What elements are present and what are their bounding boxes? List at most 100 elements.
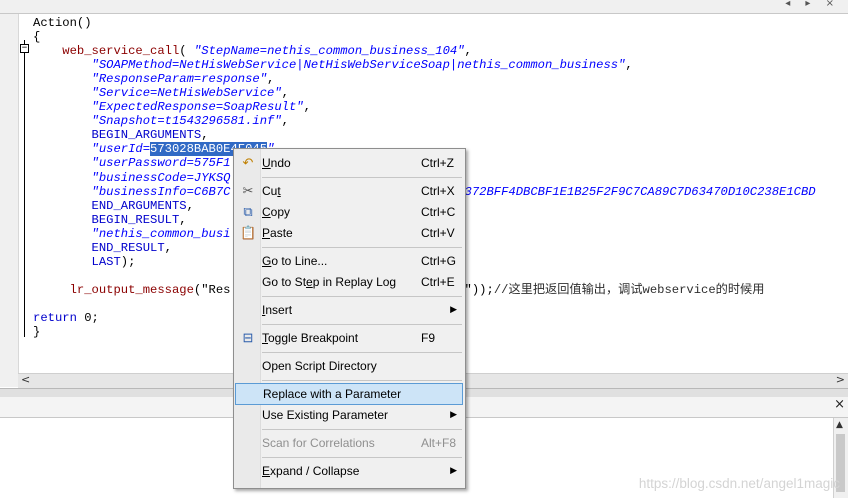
menu-item-go-to-step-in-replay-log[interactable]: Go to Step in Replay Log Ctrl+E xyxy=(234,271,463,293)
code-token: } xyxy=(33,325,41,340)
code-line[interactable]: "ExpectedResponse=SoapResult", xyxy=(33,100,816,114)
menu-item-label: Scan for Correlations xyxy=(262,436,375,450)
code-token: "ExpectedResponse=SoapResult" xyxy=(91,100,304,115)
menu-item-open-script-directory[interactable]: Open Script Directory xyxy=(234,355,463,377)
watermark: https://blog.csdn.net/angel1magic xyxy=(638,476,840,491)
menu-separator xyxy=(262,352,462,353)
code-token: //这里把返回值输出，调试webservice的时候用 xyxy=(493,282,765,297)
close-icon[interactable]: × xyxy=(834,397,845,412)
code-token: "ResponseParam=response" xyxy=(91,72,268,87)
menu-item-cut[interactable]: ✂ Cut Ctrl+X xyxy=(234,180,463,202)
menu-item-copy[interactable]: ⧉ Copy Ctrl+C xyxy=(234,201,463,223)
menu-item-undo[interactable]: ↶ Undo Ctrl+Z xyxy=(234,152,463,174)
code-token: "StepName=nethis_common_business_104" xyxy=(193,44,465,59)
code-token: , xyxy=(281,86,289,101)
menu-item-label: Toggle Breakpoint xyxy=(262,331,359,345)
code-line[interactable]: web_service_call( "StepName=nethis_commo… xyxy=(33,44,816,58)
menu-item-shortcut: Ctrl+Z xyxy=(421,156,454,170)
menu-separator xyxy=(262,177,462,178)
code-token: return xyxy=(33,310,77,325)
menu-item-shortcut: F9 xyxy=(421,331,436,345)
menu-item-label: Expand / Collapse xyxy=(262,464,360,478)
code-token: , xyxy=(464,44,472,59)
code-line[interactable]: "ResponseParam=response", xyxy=(33,72,816,86)
code-line[interactable]: BEGIN_ARGUMENTS, xyxy=(33,128,816,142)
code-token: ("Res xyxy=(193,282,231,297)
menu-item-shortcut: Alt+F8 xyxy=(421,436,457,450)
tab-nav-arrows[interactable]: ◂ ▸ × xyxy=(785,0,840,9)
menu-item-scan-for-correlations[interactable]: Scan for Correlations Alt+F8 xyxy=(234,432,463,454)
code-token: , xyxy=(625,58,633,73)
code-token: "SOAPMethod=NetHisWebService|NetHisWebSe… xyxy=(91,58,626,73)
menu-item-label: Use Existing Parameter xyxy=(262,408,389,422)
copy-icon: ⧉ xyxy=(243,204,253,219)
code-token: , xyxy=(267,72,275,87)
menu-item-label: Replace with a Parameter xyxy=(263,387,402,401)
menu-item-insert[interactable]: Insert ▶ xyxy=(234,299,463,321)
code-line[interactable]: "Snapshot=t1543296581.inf", xyxy=(33,114,816,128)
submenu-arrow-icon: ▶ xyxy=(450,465,457,475)
code-token: "nethis_common_busi xyxy=(91,226,231,241)
menu-item-shortcut: Ctrl+E xyxy=(421,275,455,289)
code-token: ( xyxy=(179,44,194,59)
code-token: ); xyxy=(120,254,136,269)
editor-gutter xyxy=(0,14,19,387)
menu-item-shortcut: Ctrl+G xyxy=(421,254,457,268)
code-token: BEGIN_ARGUMENTS xyxy=(91,128,202,143)
code-token: , xyxy=(201,128,209,143)
code-line[interactable]: Action() xyxy=(33,16,816,30)
menu-item-expand-collapse[interactable]: Expand / Collapse ▶ xyxy=(234,460,463,482)
scroll-up-icon[interactable]: ▲ xyxy=(836,420,843,430)
menu-item-use-existing-parameter[interactable]: Use Existing Parameter ▶ xyxy=(234,404,463,426)
code-token: { xyxy=(33,30,41,45)
menu-separator xyxy=(262,380,462,381)
menu-item-label: Copy xyxy=(262,205,291,219)
menu-item-shortcut: Ctrl+X xyxy=(421,184,455,198)
menu-item-label: Cut xyxy=(262,184,281,198)
scroll-right-icon[interactable]: > xyxy=(836,373,845,386)
submenu-arrow-icon: ▶ xyxy=(450,409,457,419)
breakpoint-icon: ⊟ xyxy=(242,330,254,345)
menu-item-paste[interactable]: 📋 Paste Ctrl+V xyxy=(234,222,463,244)
menu-item-label: Open Script Directory xyxy=(262,359,377,373)
scroll-left-icon[interactable]: < xyxy=(21,373,30,386)
paste-icon: 📋 xyxy=(240,225,257,240)
code-line[interactable]: "SOAPMethod=NetHisWebService|NetHisWebSe… xyxy=(33,58,816,72)
menu-separator xyxy=(262,457,462,458)
code-token: "businessCode=JYKSQ xyxy=(91,170,231,185)
menu-item-label: Undo xyxy=(262,156,291,170)
menu-item-shortcut: Ctrl+C xyxy=(421,205,456,219)
code-token: 9E6372BFF4DBCBF1E1B25F2F9C7CA89C7D63470D… xyxy=(442,184,816,199)
code-line[interactable]: { xyxy=(33,30,816,44)
code-token: LAST xyxy=(91,254,121,269)
menu-item-shortcut: Ctrl+V xyxy=(421,226,455,240)
menu-separator xyxy=(262,296,462,297)
code-token: lr_output_message xyxy=(69,282,194,297)
code-line[interactable]: "Service=NetHisWebService", xyxy=(33,86,816,100)
undo-icon: ↶ xyxy=(242,155,254,170)
code-token: , xyxy=(164,240,172,255)
menu-item-replace-with-a-parameter[interactable]: Replace with a Parameter xyxy=(235,383,463,405)
menu-separator xyxy=(262,247,462,248)
code-token: "businessInfo=C6B7C xyxy=(91,184,231,199)
menu-item-label: Go to Line... xyxy=(262,254,328,268)
menu-separator xyxy=(262,324,462,325)
menu-item-toggle-breakpoint[interactable]: ⊟ Toggle Breakpoint F9 xyxy=(234,327,463,349)
menu-item-label: Insert xyxy=(262,303,293,317)
cut-icon: ✂ xyxy=(242,183,254,198)
fold-line xyxy=(24,40,25,337)
title-bar: ◂ ▸ × xyxy=(0,0,848,14)
menu-item-label: Go to Step in Replay Log xyxy=(262,275,397,289)
code-token: "Snapshot=t1543296581.inf" xyxy=(91,114,282,129)
menu-item-go-to-line[interactable]: Go to Line... Ctrl+G xyxy=(234,250,463,272)
